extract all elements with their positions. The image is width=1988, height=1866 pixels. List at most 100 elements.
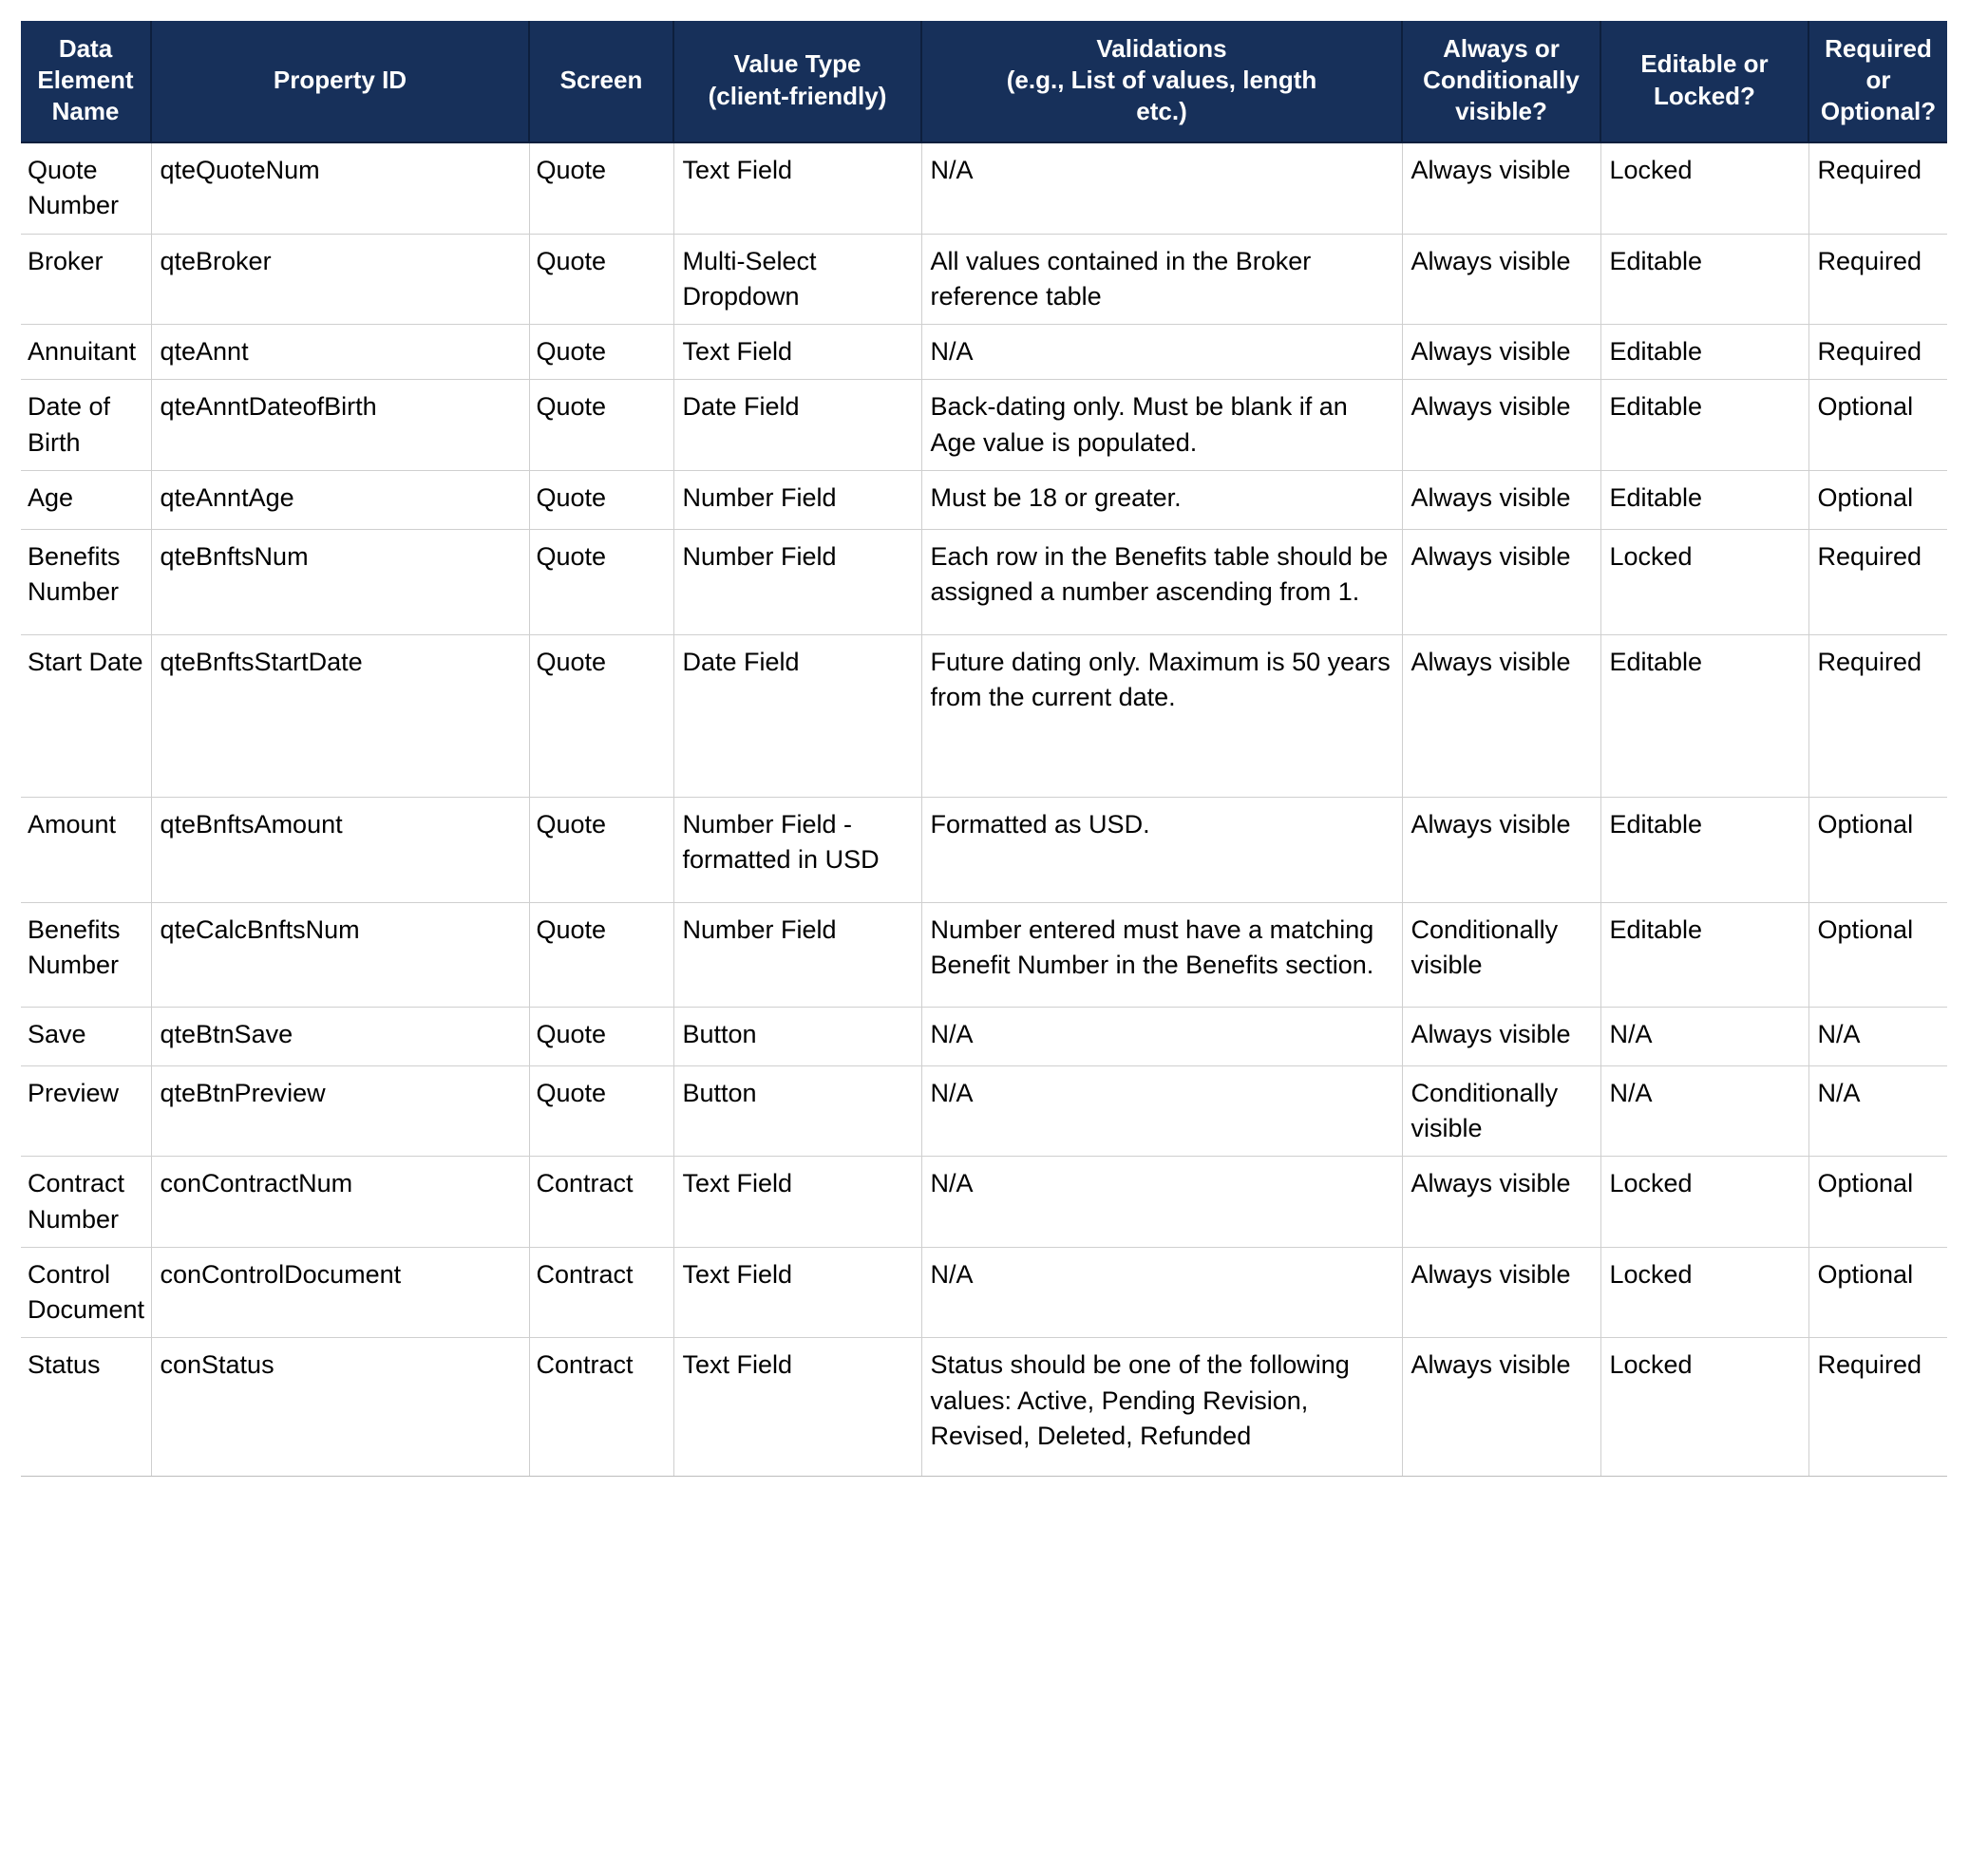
cell-value-type: Button xyxy=(673,1007,922,1066)
header-line: Required xyxy=(1825,33,1932,63)
cell-editability: Editable xyxy=(1600,902,1809,1008)
cell-value-type: Text Field xyxy=(673,1337,922,1478)
header-line: Editable or xyxy=(1640,49,1769,79)
cell-value-type: Date Field xyxy=(673,379,922,471)
cell-property-id: qteBtnPreview xyxy=(151,1065,530,1158)
column-header-data-element-name: Data Element Name xyxy=(21,21,152,143)
header-line: or xyxy=(1865,65,1891,94)
cell-value-type: Number Field xyxy=(673,470,922,530)
cell-data-element-name: Benefits Number xyxy=(21,902,152,1008)
cell-screen: Contract xyxy=(529,1337,674,1478)
table-row: Amount qteBnftsAmount Quote Number Field - … xyxy=(21,797,1947,903)
header-line: etc.) xyxy=(1136,97,1187,126)
cell-property-id: conStatus xyxy=(151,1337,530,1478)
table-row: Quote Number qteQuoteNum Quote Text Field N/… xyxy=(21,142,1947,235)
table-row: Age qteAnntAge Quote Number Field Must be 18… xyxy=(21,470,1947,530)
cell-validations: Future dating only. Maximum is 50 years … xyxy=(921,634,1403,798)
cell-screen: Quote xyxy=(529,379,674,471)
column-header-requirement: Required or Optional? xyxy=(1808,21,1947,143)
cell-property-id: qteBnftsAmount xyxy=(151,797,530,903)
cell-visibility: Always visible xyxy=(1402,470,1601,530)
column-header-validations: Validations (e.g., List of values, lengt… xyxy=(921,21,1403,143)
cell-visibility: Always visible xyxy=(1402,1247,1601,1339)
header-line: Property ID xyxy=(273,65,407,94)
cell-screen: Quote xyxy=(529,142,674,235)
cell-requirement: Optional xyxy=(1808,1156,1947,1248)
cell-validations: N/A xyxy=(921,324,1403,381)
cell-data-element-name: Age xyxy=(21,470,152,530)
cell-editability: Locked xyxy=(1600,529,1809,635)
cell-value-type: Button xyxy=(673,1065,922,1158)
cell-screen: Quote xyxy=(529,324,674,381)
header-line: Conditionally xyxy=(1423,65,1580,94)
cell-value-type: Text Field xyxy=(673,324,922,381)
cell-validations: N/A xyxy=(921,142,1403,235)
cell-requirement: Optional xyxy=(1808,1247,1947,1339)
cell-requirement: Optional xyxy=(1808,902,1947,1008)
cell-requirement: Required xyxy=(1808,234,1947,325)
cell-property-id: qteCalcBnftsNum xyxy=(151,902,530,1008)
cell-screen: Quote xyxy=(529,1007,674,1066)
cell-editability: Editable xyxy=(1600,797,1809,903)
spec-sheet: Data Element Name Property ID Screen Val… xyxy=(21,21,1947,1478)
cell-visibility: Always visible xyxy=(1402,379,1601,471)
cell-validations: N/A xyxy=(921,1247,1403,1339)
header-line: Always or xyxy=(1443,33,1560,63)
cell-validations: Status should be one of the following va… xyxy=(921,1337,1403,1478)
table-header: Data Element Name Property ID Screen Val… xyxy=(21,21,1947,143)
cell-editability: Locked xyxy=(1600,142,1809,235)
cell-validations: N/A xyxy=(921,1065,1403,1158)
cell-visibility: Always visible xyxy=(1402,634,1601,798)
cell-editability: Editable xyxy=(1600,234,1809,325)
header-line: Locked? xyxy=(1654,81,1755,110)
cell-visibility: Always visible xyxy=(1402,797,1601,903)
cell-data-element-name: Broker xyxy=(21,234,152,325)
cell-data-element-name: Quote Number xyxy=(21,142,152,235)
cell-requirement: N/A xyxy=(1808,1007,1947,1066)
table-row: Save qteBtnSave Quote Button N/A Always visib… xyxy=(21,1007,1947,1066)
data-element-spec-table: Data Element Name Property ID Screen Val… xyxy=(21,21,1947,1478)
cell-validations: Back-dating only. Must be blank if an Ag… xyxy=(921,379,1403,471)
table-row: Control Document conControlDocument Contra… xyxy=(21,1247,1947,1339)
cell-value-type: Text Field xyxy=(673,1247,922,1339)
cell-data-element-name: Benefits Number xyxy=(21,529,152,635)
cell-property-id: qteAnnt xyxy=(151,324,530,381)
cell-screen: Quote xyxy=(529,1065,674,1158)
cell-validations: Formatted as USD. xyxy=(921,797,1403,903)
cell-screen: Quote xyxy=(529,902,674,1008)
cell-screen: Contract xyxy=(529,1247,674,1339)
column-header-screen: Screen xyxy=(529,21,674,143)
cell-requirement: Required xyxy=(1808,634,1947,798)
cell-value-type: Number Field - formatted in USD xyxy=(673,797,922,903)
table-body: Quote Number qteQuoteNum Quote Text Field N/… xyxy=(21,142,1947,1478)
cell-data-element-name: Status xyxy=(21,1337,152,1478)
cell-validations: N/A xyxy=(921,1156,1403,1248)
table-row: Start Date qteBnftsStartDate Quote Date Fie… xyxy=(21,634,1947,798)
cell-visibility: Always visible xyxy=(1402,324,1601,381)
cell-requirement: N/A xyxy=(1808,1065,1947,1158)
cell-editability: Locked xyxy=(1600,1156,1809,1248)
cell-requirement: Optional xyxy=(1808,797,1947,903)
column-header-editability: Editable or Locked? xyxy=(1600,21,1809,143)
cell-data-element-name: Preview xyxy=(21,1065,152,1158)
cell-value-type: Text Field xyxy=(673,142,922,235)
cell-data-element-name: Save xyxy=(21,1007,152,1066)
cell-visibility: Always visible xyxy=(1402,1007,1601,1066)
cell-screen: Quote xyxy=(529,529,674,635)
cell-property-id: qteBroker xyxy=(151,234,530,325)
cell-visibility: Always visible xyxy=(1402,1156,1601,1248)
header-line: (client-friendly) xyxy=(708,81,887,110)
cell-value-type: Multi-Select Dropdown xyxy=(673,234,922,325)
header-line: Optional? xyxy=(1820,97,1937,126)
cell-editability: Editable xyxy=(1600,324,1809,381)
cell-visibility: Always visible xyxy=(1402,142,1601,235)
cell-value-type: Text Field xyxy=(673,1156,922,1248)
cell-editability: Editable xyxy=(1600,634,1809,798)
cell-requirement: Required xyxy=(1808,324,1947,381)
cell-value-type: Date Field xyxy=(673,634,922,798)
header-line: Element xyxy=(37,65,134,94)
table-row: Benefits Number qteBnftsNum Quote Number Fi… xyxy=(21,529,1947,635)
cell-screen: Quote xyxy=(529,234,674,325)
cell-requirement: Required xyxy=(1808,142,1947,235)
cell-visibility: Conditionally visible xyxy=(1402,902,1601,1008)
